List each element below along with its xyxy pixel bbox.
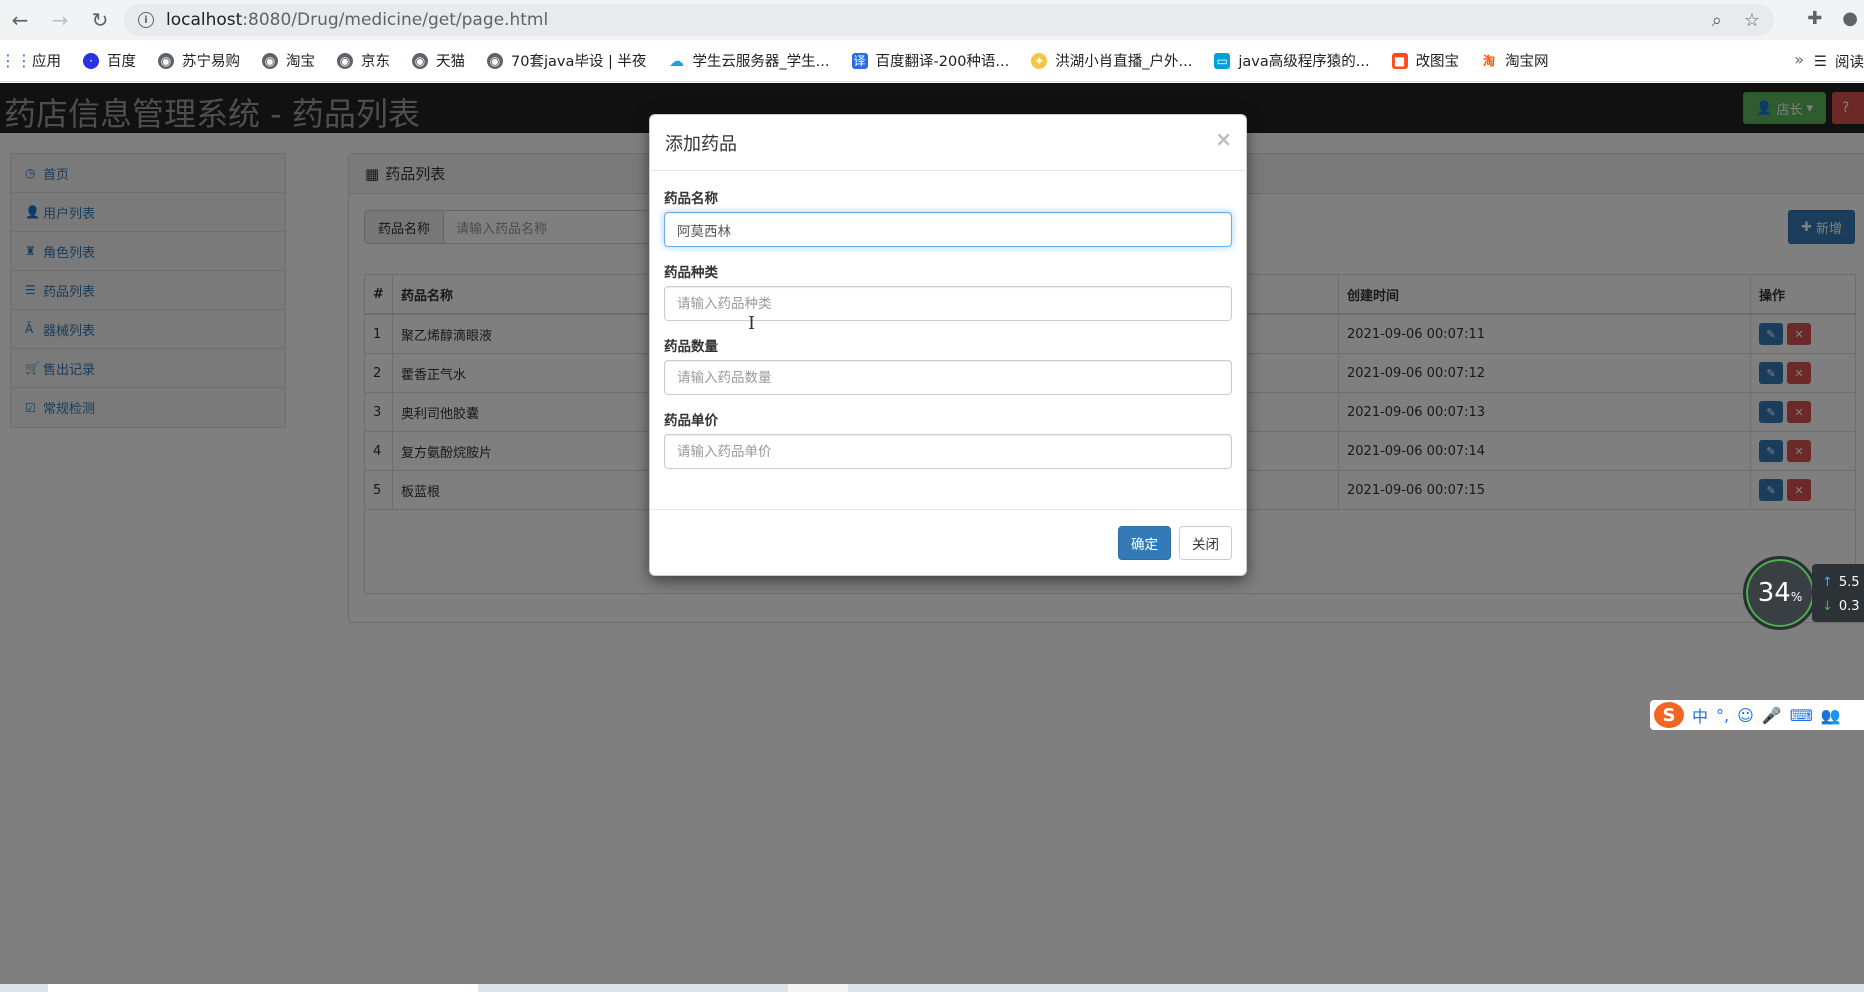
- sogou-logo-icon[interactable]: S: [1654, 702, 1684, 728]
- bookmark-jd[interactable]: ◉ 京东: [337, 50, 390, 71]
- reload-icon[interactable]: ↻: [80, 0, 120, 40]
- medicine-type-label: 药品种类: [664, 265, 718, 281]
- add-medicine-modal: 添加药品 × 药品名称 药品种类 药品数量 药品单价 确定 关闭: [649, 114, 1247, 576]
- translate-icon: 译: [851, 52, 868, 69]
- globe-icon: ◉: [412, 52, 428, 69]
- medicine-name-input[interactable]: [664, 212, 1232, 247]
- bottom-scrollbar[interactable]: [0, 984, 1864, 992]
- bookmark-student-cloud[interactable]: ☁ 学生云服务器_学生...: [668, 50, 830, 71]
- medicine-name-label: 药品名称: [664, 191, 718, 207]
- reading-list-icon: ☰: [1814, 53, 1827, 70]
- modal-body: 药品名称 药品种类 药品数量 药品单价: [650, 171, 1246, 469]
- bookmark-baidu-translate[interactable]: 译百度翻译-200种语...: [851, 50, 1009, 71]
- globe-icon: ◉: [262, 52, 278, 69]
- microphone-icon[interactable]: 🎤: [1762, 706, 1782, 725]
- forward-icon[interactable]: →: [40, 0, 80, 40]
- back-icon[interactable]: ←: [0, 0, 40, 40]
- close-icon[interactable]: ×: [1215, 127, 1232, 151]
- bookmark-bilibili[interactable]: ▭ java高级程序猿的...: [1214, 50, 1370, 71]
- upload-arrow-icon: ↑: [1822, 574, 1833, 590]
- bookmark-suning[interactable]: ◉ 苏宁易购: [158, 50, 240, 71]
- close-button[interactable]: 关闭: [1179, 525, 1232, 560]
- bookmark-tmall[interactable]: ◉ 天猫: [412, 50, 465, 71]
- cloud-icon: ☁: [668, 51, 684, 70]
- bookmark-gaitubao[interactable]: ■ 改图宝: [1391, 50, 1459, 71]
- form-group-name: 药品名称: [664, 186, 1232, 247]
- medicine-count-label: 药品数量: [664, 339, 718, 355]
- text-cursor-icon: I: [748, 313, 756, 334]
- ime-toolbar: S 中 °, ☺ 🎤 ⌨ 👥: [1650, 700, 1864, 730]
- confirm-button[interactable]: 确定: [1118, 525, 1171, 560]
- medicine-price-label: 药品单价: [664, 413, 718, 429]
- network-speed-ball[interactable]: 34%: [1743, 556, 1817, 630]
- globe-icon: ◉: [158, 52, 174, 69]
- zoom-icon[interactable]: ⌕: [1712, 10, 1722, 31]
- form-group-price: 药品单价: [664, 408, 1232, 469]
- taobao-icon: 淘: [1483, 54, 1496, 68]
- apps-grid-icon: ⋮⋮: [0, 51, 32, 70]
- reading-list[interactable]: ☰ 阅读: [1814, 51, 1864, 72]
- emoji-icon[interactable]: ☺: [1737, 706, 1754, 725]
- extensions-icon[interactable]: ✚: [1807, 8, 1822, 29]
- bilibili-icon: ▭: [1214, 52, 1231, 69]
- bookmark-baidu[interactable]: · 百度: [83, 50, 136, 71]
- modal-title: 添加药品: [665, 133, 737, 155]
- bookmark-java-projects[interactable]: ◉ 70套java毕设 | 半夜: [487, 50, 646, 71]
- info-icon[interactable]: i: [138, 12, 154, 28]
- form-group-count: 药品数量: [664, 334, 1232, 395]
- bookmark-apps[interactable]: ⋮⋮ 应用: [0, 50, 61, 71]
- baidu-paw-icon: ·: [83, 52, 99, 69]
- network-speed-panel: ↑ 5.5 ↓ 0.3: [1812, 564, 1864, 622]
- bookmark-taobao-net[interactable]: 淘淘宝网: [1481, 50, 1549, 71]
- profile-icon[interactable]: ●: [1842, 8, 1858, 29]
- bookmark-taobao[interactable]: ◉ 淘宝: [262, 50, 315, 71]
- bookmark-honghu-live[interactable]: ✦ 洪湖小肖直播_户外...: [1031, 50, 1192, 71]
- url-host: localhost: [166, 10, 243, 30]
- punctuation-icon[interactable]: °,: [1716, 706, 1729, 725]
- medicine-price-input[interactable]: [664, 434, 1232, 469]
- form-group-type: 药品种类: [664, 260, 1232, 321]
- gaitubao-icon: ■: [1391, 52, 1408, 69]
- bird-icon: ✦: [1031, 52, 1048, 69]
- address-bar[interactable]: i localhost:8080/Drug/medicine/get/page.…: [124, 4, 1774, 36]
- ime-language-toggle[interactable]: 中: [1692, 703, 1708, 727]
- keyboard-icon[interactable]: ⌨: [1790, 706, 1813, 725]
- star-icon[interactable]: ☆: [1744, 10, 1760, 31]
- user-settings-icon[interactable]: 👥: [1821, 706, 1841, 725]
- bookmarks-more-icon[interactable]: »: [1794, 50, 1804, 69]
- globe-icon: ◉: [337, 52, 353, 69]
- medicine-count-input[interactable]: [664, 360, 1232, 395]
- url-path: :8080/Drug/medicine/get/page.html: [242, 10, 549, 30]
- bookmarks-bar: ⋮⋮ 应用 · 百度 ◉ 苏宁易购 ◉ 淘宝 ◉ 京东 ◉ 天猫 ◉ 70套java毕设 | …: [0, 40, 1864, 82]
- globe-icon: ◉: [487, 52, 503, 69]
- modal-footer: 确定 关闭: [650, 509, 1246, 575]
- download-arrow-icon: ↓: [1822, 598, 1833, 614]
- modal-header: 添加药品 ×: [650, 115, 1246, 171]
- browser-toolbar: ← → ↻ i localhost:8080/Drug/medicine/get…: [0, 0, 1864, 40]
